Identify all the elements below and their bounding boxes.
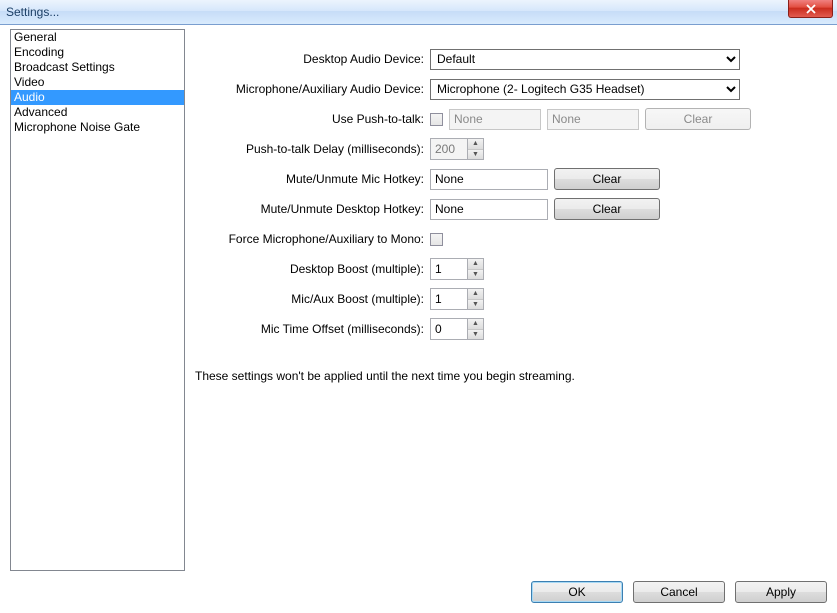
mic-boost-input[interactable] bbox=[430, 288, 468, 310]
force-mono-checkbox[interactable] bbox=[430, 233, 443, 246]
mic-boost-spinner[interactable]: ▲ ▼ bbox=[430, 288, 484, 310]
mute-mic-clear-button[interactable]: Clear bbox=[554, 168, 660, 190]
sidebar-item-microphone-noise-gate[interactable]: Microphone Noise Gate bbox=[11, 120, 184, 135]
mic-device-select[interactable]: Microphone (2- Logitech G35 Headset) bbox=[430, 79, 740, 100]
mute-mic-hotkey-input[interactable] bbox=[430, 169, 548, 190]
footer-buttons: OK Cancel Apply bbox=[531, 581, 827, 603]
desktop-boost-input[interactable] bbox=[430, 258, 468, 280]
sidebar-item-video[interactable]: Video bbox=[11, 75, 184, 90]
desktop-audio-device-label: Desktop Audio Device: bbox=[195, 52, 430, 66]
spinner-up-icon[interactable]: ▲ bbox=[468, 259, 483, 269]
mic-offset-spinner[interactable]: ▲ ▼ bbox=[430, 318, 484, 340]
form-area: Desktop Audio Device: Default Microphone… bbox=[195, 29, 827, 347]
ptt-label: Use Push-to-talk: bbox=[195, 112, 430, 126]
close-icon bbox=[805, 4, 817, 14]
spinner-up-icon[interactable]: ▲ bbox=[468, 289, 483, 299]
sidebar-item-general[interactable]: General bbox=[11, 30, 184, 45]
mic-boost-label: Mic/Aux Boost (multiple): bbox=[195, 292, 430, 306]
cancel-button[interactable]: Cancel bbox=[633, 581, 725, 603]
mute-mic-label: Mute/Unmute Mic Hotkey: bbox=[195, 172, 430, 186]
ptt-hotkey2-input bbox=[547, 109, 639, 130]
mute-desktop-hotkey-input[interactable] bbox=[430, 199, 548, 220]
sidebar-item-audio[interactable]: Audio bbox=[11, 90, 184, 105]
desktop-boost-label: Desktop Boost (multiple): bbox=[195, 262, 430, 276]
client-area: General Encoding Broadcast Settings Vide… bbox=[0, 25, 837, 613]
spinner-down-icon: ▼ bbox=[468, 149, 483, 160]
ptt-hotkey1-input bbox=[449, 109, 541, 130]
ptt-delay-input bbox=[430, 138, 468, 160]
apply-button[interactable]: Apply bbox=[735, 581, 827, 603]
ptt-delay-label: Push-to-talk Delay (milliseconds): bbox=[195, 142, 430, 156]
spinner-up-icon: ▲ bbox=[468, 139, 483, 149]
window-close-button[interactable] bbox=[788, 0, 833, 18]
mic-offset-label: Mic Time Offset (milliseconds): bbox=[195, 322, 430, 336]
apply-note: These settings won't be applied until th… bbox=[195, 369, 575, 383]
desktop-audio-device-select[interactable]: Default bbox=[430, 49, 740, 70]
spinner-arrows: ▲ ▼ bbox=[468, 138, 484, 160]
ptt-clear-button: Clear bbox=[645, 108, 751, 130]
ptt-delay-spinner: ▲ ▼ bbox=[430, 138, 484, 160]
ptt-checkbox[interactable] bbox=[430, 113, 443, 126]
sidebar-item-encoding[interactable]: Encoding bbox=[11, 45, 184, 60]
force-mono-label: Force Microphone/Auxiliary to Mono: bbox=[195, 232, 430, 246]
spinner-down-icon[interactable]: ▼ bbox=[468, 329, 483, 340]
window-title: Settings... bbox=[6, 5, 59, 19]
title-bar: Settings... bbox=[0, 0, 837, 25]
mic-offset-input[interactable] bbox=[430, 318, 468, 340]
spinner-up-icon[interactable]: ▲ bbox=[468, 319, 483, 329]
sidebar-item-advanced[interactable]: Advanced bbox=[11, 105, 184, 120]
sidebar-item-broadcast-settings[interactable]: Broadcast Settings bbox=[11, 60, 184, 75]
mute-desktop-label: Mute/Unmute Desktop Hotkey: bbox=[195, 202, 430, 216]
desktop-boost-spinner[interactable]: ▲ ▼ bbox=[430, 258, 484, 280]
spinner-down-icon[interactable]: ▼ bbox=[468, 299, 483, 310]
mic-device-label: Microphone/Auxiliary Audio Device: bbox=[195, 82, 430, 96]
spinner-down-icon[interactable]: ▼ bbox=[468, 269, 483, 280]
sidebar-list[interactable]: General Encoding Broadcast Settings Vide… bbox=[10, 29, 185, 571]
ok-button[interactable]: OK bbox=[531, 581, 623, 603]
mute-desktop-clear-button[interactable]: Clear bbox=[554, 198, 660, 220]
